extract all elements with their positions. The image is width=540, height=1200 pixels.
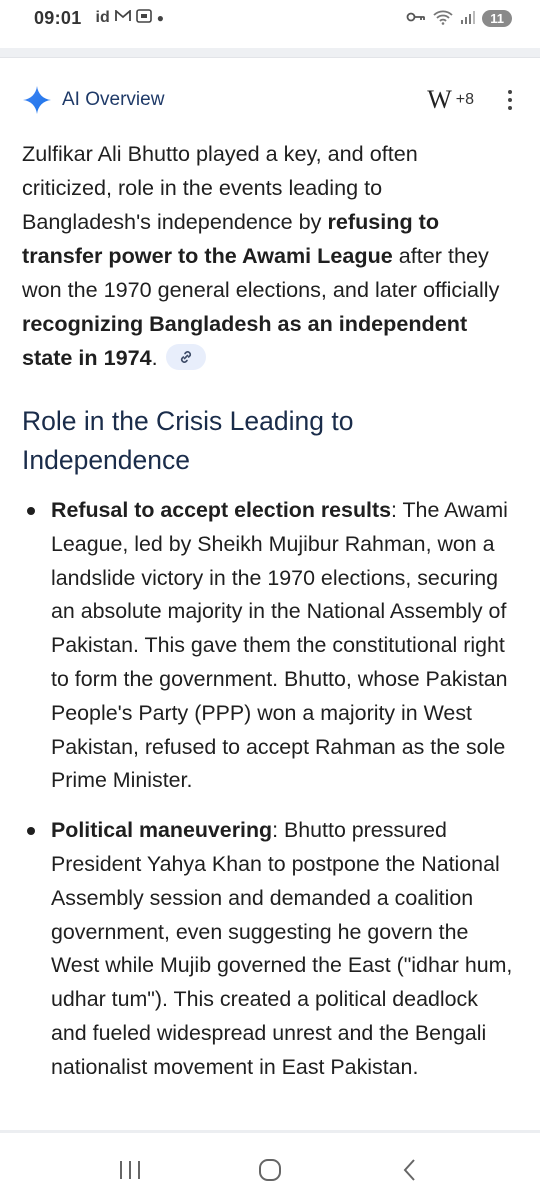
status-bar: 09:01 id ● 11 [0, 0, 540, 36]
list-item: Refusal to accept election results: The … [22, 494, 518, 798]
overview-intro: Zulfikar Ali Bhutto played a key, and of… [22, 137, 512, 375]
intro-bold-2: recognizing Bangladesh as an independent… [22, 311, 468, 370]
ai-overview-title: AI Overview [62, 89, 165, 110]
bullet-text: : The Awami League, led by Sheikh Mujibu… [51, 498, 508, 793]
recent-apps-icon [120, 1161, 140, 1179]
intro-text-3: . [151, 345, 158, 370]
signal-icon [460, 10, 476, 27]
wikipedia-icon: W [427, 85, 452, 114]
id-icon: id [95, 9, 110, 26]
recent-apps-button[interactable] [100, 1145, 160, 1195]
sources-button[interactable]: W +8 [427, 85, 474, 115]
home-button[interactable] [240, 1145, 300, 1195]
bullet-text: : Bhutto pressured President Yahya Khan … [51, 818, 513, 1079]
bottom-divider [0, 1130, 540, 1133]
list-item: Political maneuvering: Bhutto pressured … [22, 814, 518, 1084]
ai-overview-header: AI Overview W +8 [22, 80, 518, 120]
back-icon [403, 1159, 415, 1181]
battery-indicator: 11 [482, 9, 512, 27]
bullet-title: Political maneuvering [51, 818, 273, 843]
bullet-list: Refusal to accept election results: The … [22, 494, 518, 1101]
dot-icon: ● [156, 11, 165, 25]
bullet-dot [27, 507, 35, 515]
more-options-icon[interactable] [502, 86, 518, 114]
home-icon [259, 1159, 281, 1181]
sources-count: +8 [455, 91, 474, 108]
bullet-dot [27, 827, 35, 836]
source-link-chip[interactable] [165, 344, 206, 371]
gemini-sparkle-icon [23, 86, 51, 114]
vpn-key-icon [406, 10, 426, 26]
bullet-title: Refusal to accept election results [51, 498, 391, 522]
section-heading: Role in the Crisis Leading to Independen… [22, 406, 354, 475]
screenshot-icon [135, 8, 152, 28]
gmail-icon [114, 9, 131, 27]
wifi-icon [432, 9, 454, 28]
back-button[interactable] [380, 1145, 440, 1195]
status-time: 09:01 [34, 7, 82, 28]
navigation-bar [0, 1140, 540, 1200]
link-icon [180, 351, 191, 364]
top-divider [0, 48, 540, 58]
